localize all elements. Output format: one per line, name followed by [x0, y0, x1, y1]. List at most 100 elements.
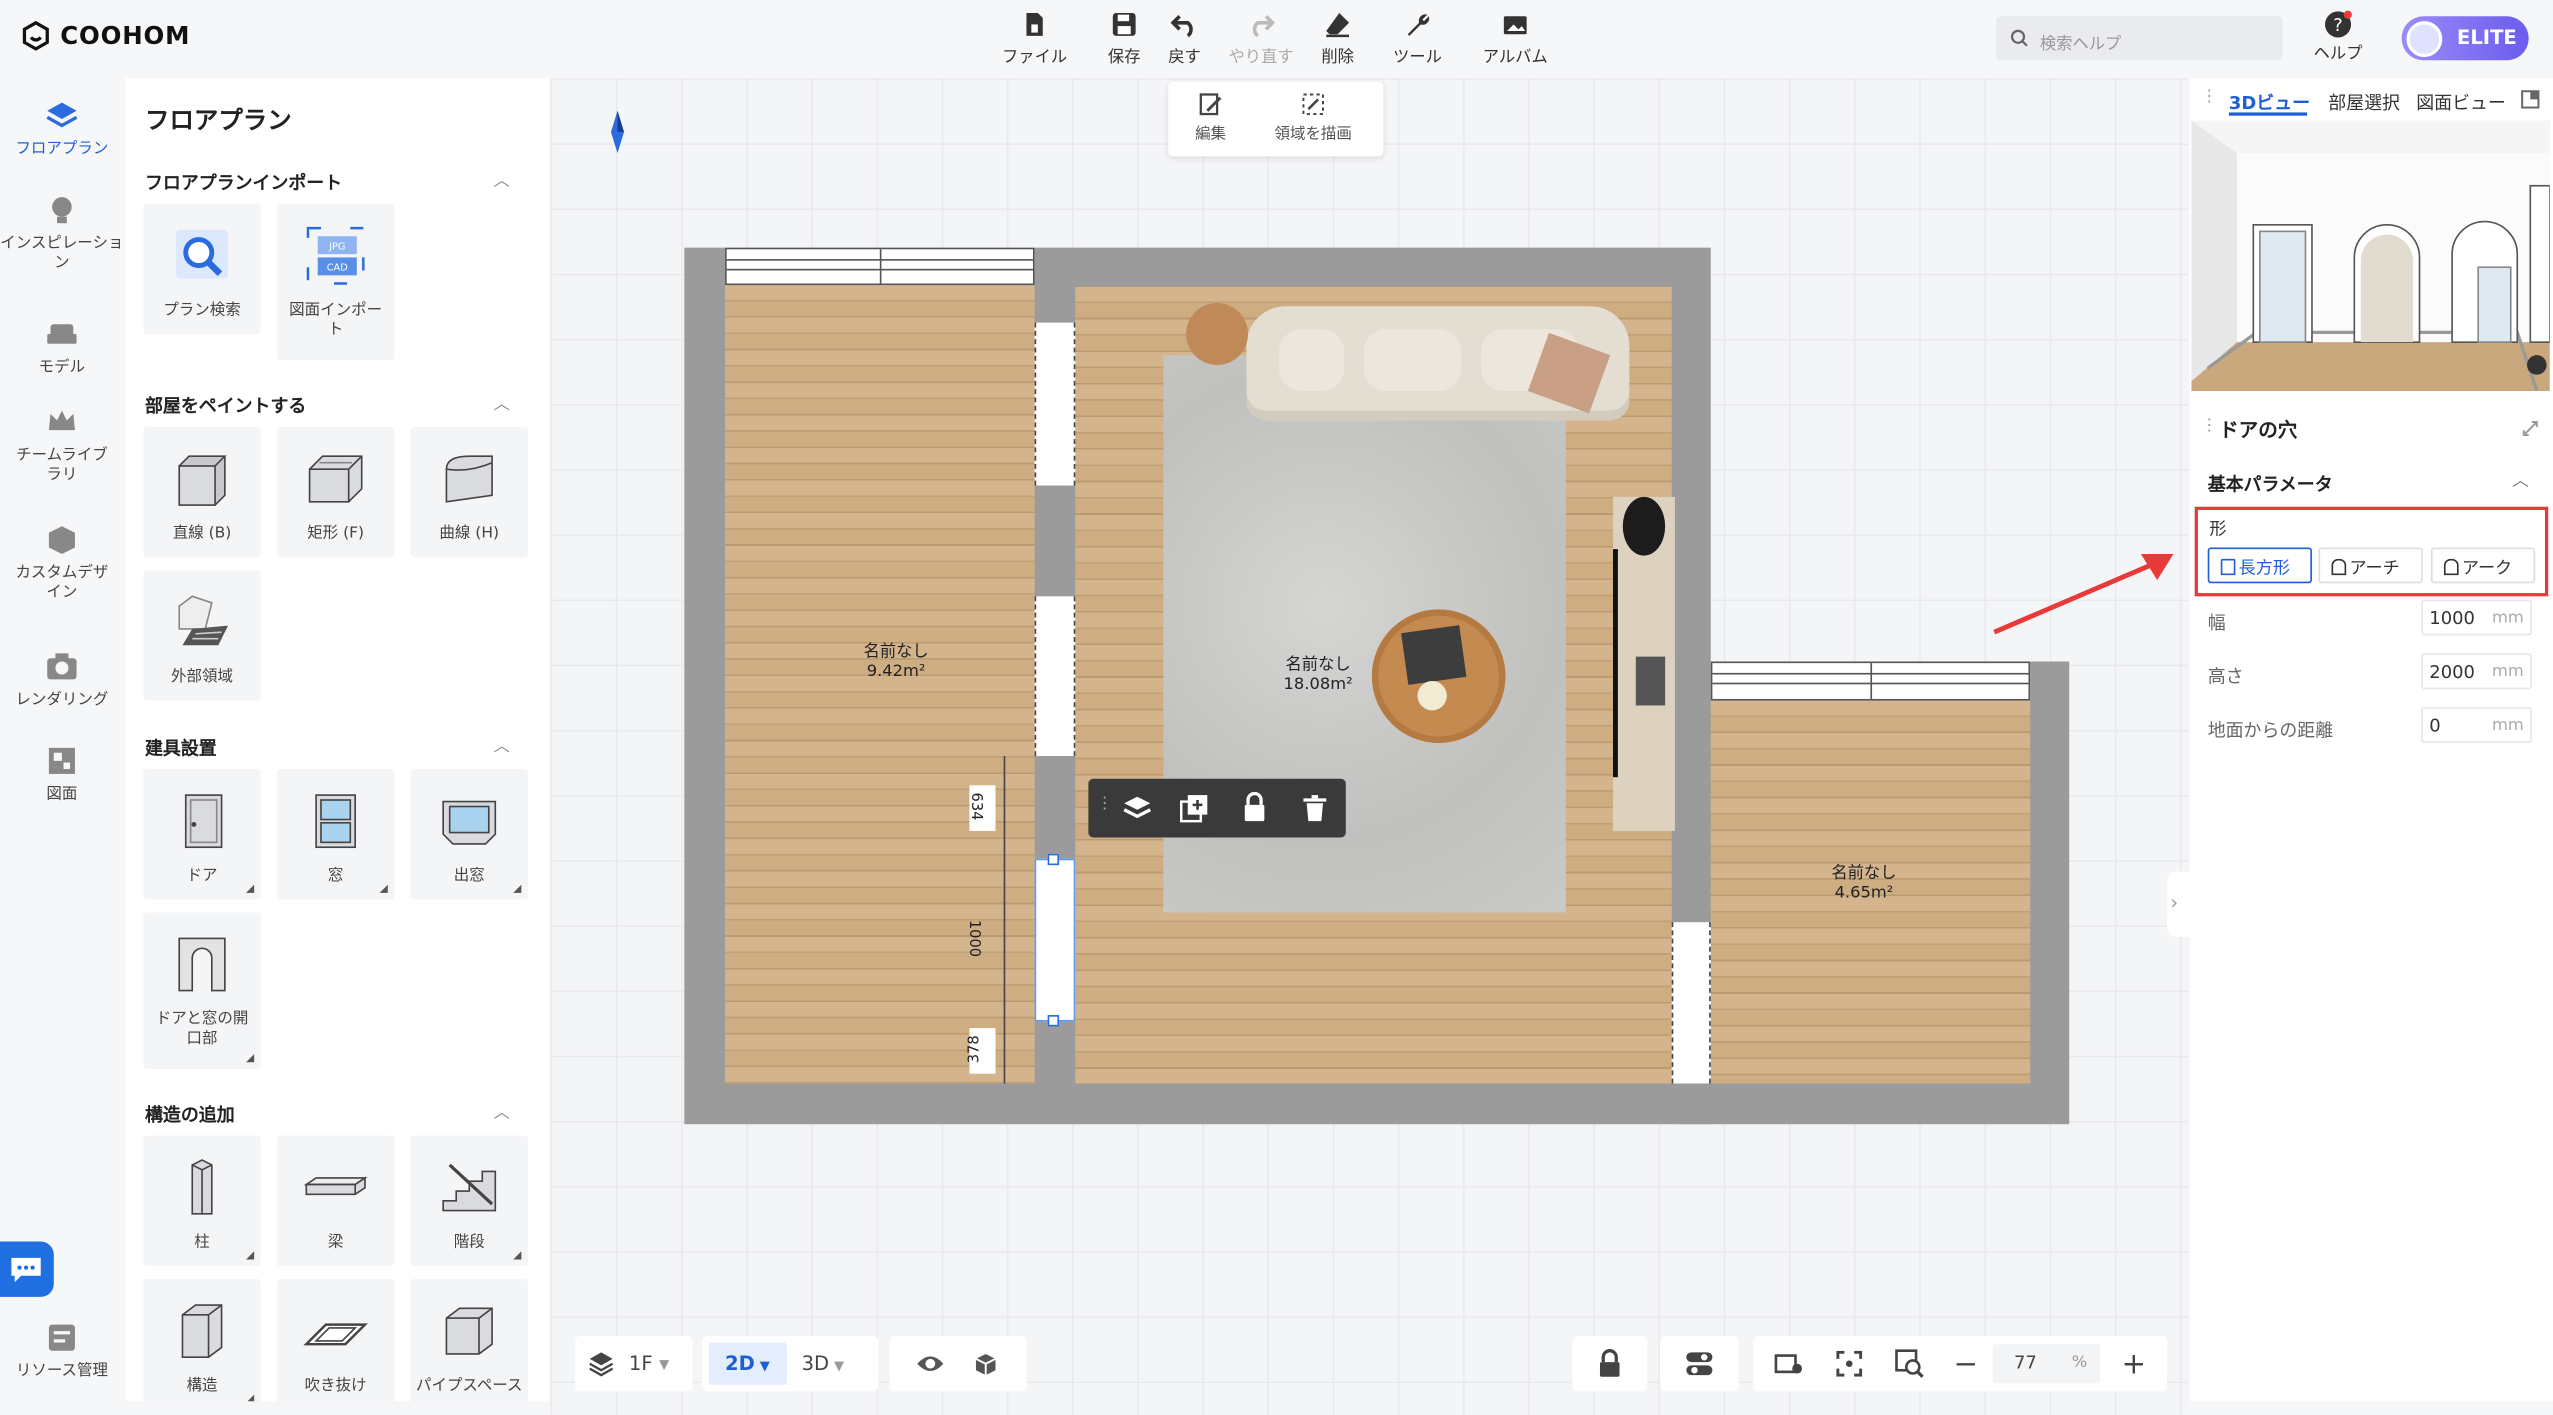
drag-handle-icon[interactable]: ⋮ — [2201, 417, 2217, 435]
3d-preview[interactable] — [2191, 120, 2550, 392]
view-mode-switch: 2D ▼ 3D ▼ — [702, 1336, 879, 1392]
toggle-settings[interactable] — [1660, 1336, 1739, 1392]
view-3d-button[interactable]: 3D ▼ — [802, 1352, 844, 1375]
drag-handle-icon[interactable]: ⋮ — [2201, 88, 2217, 106]
collapse-chevron-icon[interactable]: ︿ — [494, 166, 510, 191]
edit-button[interactable]: 編集 — [1178, 91, 1243, 143]
door-hole-selected[interactable] — [1034, 853, 1076, 1027]
sofa[interactable] — [1246, 306, 1630, 421]
pipe-space-card[interactable]: パイプスペース — [410, 1279, 528, 1402]
door-opening-1[interactable] — [1034, 322, 1076, 486]
fit-screen-icon[interactable] — [1836, 1350, 1863, 1377]
nav-custom-design[interactable]: カスタムデザイン — [0, 521, 124, 602]
popout-icon[interactable] — [2521, 90, 2541, 110]
paint-rect-card[interactable]: 矩形 (F) — [276, 426, 395, 558]
view-settings-icon[interactable] — [1774, 1351, 1803, 1377]
trash-icon[interactable] — [1302, 793, 1328, 822]
shape-arc-button[interactable]: アーク — [2430, 547, 2536, 584]
dimension-378[interactable]: 378 — [967, 1028, 996, 1074]
resize-handle[interactable] — [1047, 853, 1060, 866]
card-label: プラン検索 — [163, 301, 241, 320]
paint-line-card[interactable]: 直線 (B) — [143, 426, 261, 558]
nav-team-library[interactable]: チームライブラリ — [0, 404, 124, 485]
stairs-card[interactable]: 階段 — [410, 1135, 528, 1266]
zoom-in-button[interactable]: + — [2122, 1347, 2147, 1381]
room-label-center[interactable]: 名前なし 18.08m² — [1253, 657, 1383, 696]
window-top-left[interactable] — [725, 247, 1035, 286]
crown-icon — [48, 410, 75, 431]
delete-menu-button[interactable]: 削除 — [1292, 10, 1383, 67]
collapse-chevron-icon[interactable]: ︿ — [494, 1098, 510, 1123]
help-search-input[interactable]: 検索ヘルプ — [1995, 16, 2283, 61]
window-card[interactable]: 窓 — [276, 769, 395, 900]
collapse-chevron-icon[interactable]: ︿ — [2512, 466, 2528, 490]
param-width-label: 幅 — [2207, 612, 2226, 634]
lightbulb-icon — [52, 197, 72, 224]
param-width-input[interactable]: 1000 mm — [2421, 599, 2532, 636]
album-label: アルバム — [1482, 48, 1548, 67]
collapse-chevron-icon[interactable]: ︿ — [494, 389, 510, 414]
right-panel-toggle[interactable]: › — [2166, 871, 2190, 937]
door-opening-2[interactable] — [1034, 596, 1076, 756]
lock-toggle[interactable] — [1572, 1336, 1648, 1392]
expand-icon[interactable] — [2522, 420, 2538, 437]
section-paint: 部屋をペイントする — [145, 395, 307, 418]
nav-resource-management[interactable]: リソース管理 — [0, 1320, 124, 1382]
nav-label: チームライブラリ — [16, 446, 108, 484]
coffee-table[interactable] — [1371, 609, 1506, 743]
dimension-634[interactable]: 634 — [967, 785, 996, 831]
void-card[interactable]: 吹き抜け — [276, 1279, 395, 1402]
view-2d-button[interactable]: 2D ▼ — [708, 1342, 787, 1385]
album-button[interactable]: アルバム — [1470, 10, 1561, 67]
account-elite-badge[interactable]: ELITE — [2401, 16, 2529, 61]
param-floor-distance-input[interactable]: 0 mm — [2421, 707, 2532, 743]
nav-inspiration[interactable]: インスピレーション — [0, 192, 124, 273]
collapse-chevron-icon[interactable]: ︿ — [494, 732, 510, 756]
cube-view-icon[interactable] — [973, 1351, 999, 1377]
shape-arch-button[interactable]: アーチ — [2318, 547, 2423, 584]
zoom-input[interactable]: 77 % — [1992, 1344, 2101, 1384]
tab-drawing-view[interactable]: 図面ビュー — [2416, 90, 2506, 116]
nav-label: カスタムデザイン — [15, 563, 109, 602]
select-layer-icon[interactable] — [1121, 793, 1154, 822]
chat-support-button[interactable] — [0, 1241, 54, 1297]
drawing-import-card[interactable]: JPG CAD 図面インポート — [276, 203, 395, 361]
more-options-icon — [246, 884, 255, 893]
room-label-left[interactable]: 名前なし 9.42m² — [831, 644, 961, 683]
floor-selector[interactable]: 1F ▼ — [575, 1336, 693, 1392]
lock-icon[interactable] — [1242, 791, 1268, 825]
bay-window-card[interactable]: 出窓 — [410, 769, 528, 900]
nav-floorplan[interactable]: フロアプラン — [0, 98, 124, 160]
file-menu-button[interactable]: ファイル — [989, 10, 1080, 67]
plan-search-card[interactable]: プラン検索 — [143, 203, 261, 335]
beam-card[interactable]: 梁 — [276, 1135, 395, 1266]
nav-drawing[interactable]: 図面 — [0, 743, 124, 805]
window-right-room[interactable] — [1710, 661, 2031, 701]
drag-handle-icon[interactable]: ⋮ — [1097, 795, 1113, 813]
nav-rendering[interactable]: レンダリング — [0, 648, 124, 710]
side-table[interactable] — [1186, 303, 1249, 365]
dimension-1000[interactable]: 1000 — [965, 914, 995, 969]
copy-add-icon[interactable] — [1180, 793, 1209, 823]
app-logo[interactable]: COOHOM — [20, 20, 191, 53]
resize-handle[interactable] — [1047, 1015, 1060, 1027]
zoom-out-button[interactable]: − — [1954, 1347, 1979, 1381]
door-card[interactable]: ドア — [143, 769, 261, 900]
eye-icon[interactable] — [916, 1352, 945, 1375]
shape-rectangle-button[interactable]: 長方形 — [2207, 547, 2312, 584]
zoom-area-icon[interactable] — [1895, 1349, 1924, 1378]
draw-area-button[interactable]: 領域を描画 — [1256, 91, 1370, 143]
door-opening-3[interactable] — [1671, 922, 1711, 1084]
exterior-area-card[interactable]: 外部領域 — [143, 570, 261, 701]
paint-curve-card[interactable]: 曲線 (H) — [410, 426, 528, 558]
structure-card[interactable]: 構造 — [143, 1279, 261, 1402]
tools-menu-button[interactable]: ツール — [1372, 10, 1463, 67]
opening-card[interactable]: ドアと窓の開口部 — [143, 912, 261, 1069]
room-label-right[interactable]: 名前なし 4.65m² — [1799, 865, 1929, 904]
nav-model[interactable]: モデル — [0, 316, 124, 378]
column-card[interactable]: 柱 — [143, 1135, 261, 1266]
tab-room-select[interactable]: 部屋選択 — [2328, 90, 2400, 116]
param-height-input[interactable]: 2000 mm — [2421, 653, 2532, 690]
tv-cabinet[interactable] — [1613, 496, 1675, 831]
help-button[interactable]: ? ヘルプ — [2305, 10, 2370, 64]
